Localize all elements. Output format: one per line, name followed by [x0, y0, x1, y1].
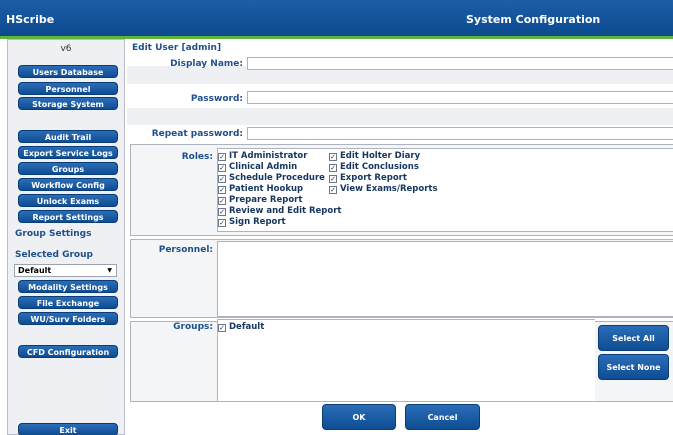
report-settings-button[interactable]: Report Settings	[18, 210, 118, 223]
role-checkbox-edit-holter-diary[interactable]: ✓ Edit Holter Diary	[329, 151, 420, 161]
role-checkbox-sign-report[interactable]: ✓ Sign Report	[218, 217, 286, 227]
role-checkbox-it-administrator[interactable]: ✓ IT Administrator	[218, 151, 307, 161]
selected-group-dropdown[interactable]: Default ▼	[14, 264, 117, 277]
checkmark-icon: ✓	[218, 208, 226, 216]
select-none-button[interactable]: Select None	[598, 354, 669, 380]
checkmark-icon: ✓	[218, 197, 226, 205]
section-title: Edit User [admin]	[132, 43, 222, 53]
groups-list	[217, 319, 595, 402]
chevron-down-icon: ▼	[107, 267, 112, 274]
roles-label: Roles:	[181, 152, 213, 162]
role-checkbox-patient-hookup[interactable]: ✓ Patient Hookup	[218, 184, 303, 194]
title-bar: HScribe System Configuration	[0, 0, 673, 36]
groups-label: Groups:	[173, 322, 213, 332]
workflow-config-button[interactable]: Workflow Config	[18, 178, 118, 191]
selected-group-label: Selected Group	[15, 250, 93, 260]
checkmark-icon: ✓	[218, 164, 226, 172]
checkmark-icon: ✓	[329, 175, 337, 183]
role-checkbox-view-exams-reports[interactable]: ✓ View Exams/Reports	[329, 184, 438, 194]
checkmark-icon: ✓	[329, 164, 337, 172]
file-exchange-button[interactable]: File Exchange	[18, 296, 118, 309]
checkmark-icon: ✓	[329, 153, 337, 161]
checkmark-icon: ✓	[218, 175, 226, 183]
groups-button[interactable]: Groups	[18, 162, 118, 175]
audit-trail-button[interactable]: Audit Trail	[18, 130, 118, 143]
window-title: System Configuration	[466, 13, 601, 26]
exit-button[interactable]: Exit	[18, 423, 118, 435]
display-name-label: Display Name:	[170, 59, 243, 69]
export-service-logs-button[interactable]: Export Service Logs	[18, 146, 118, 159]
checkmark-icon: ✓	[329, 186, 337, 194]
group-checkbox-default[interactable]: ✓ Default	[218, 322, 264, 332]
role-checkbox-prepare-report[interactable]: ✓ Prepare Report	[218, 195, 302, 205]
role-checkbox-clinical-admin[interactable]: ✓ Clinical Admin	[218, 162, 297, 172]
storage-system-button[interactable]: Storage System	[18, 97, 118, 110]
password-label: Password:	[190, 94, 243, 104]
repeat-password-field[interactable]	[247, 127, 673, 140]
select-all-button[interactable]: Select All	[598, 325, 669, 351]
checkmark-icon: ✓	[218, 153, 226, 161]
role-checkbox-export-report[interactable]: ✓ Export Report	[329, 173, 407, 183]
repeat-password-label: Repeat password:	[151, 129, 243, 139]
ok-button[interactable]: OK	[322, 404, 396, 430]
role-checkbox-schedule-procedure[interactable]: ✓ Schedule Procedure	[218, 173, 325, 183]
cancel-button[interactable]: Cancel	[405, 404, 480, 430]
personnel-label: Personnel:	[158, 245, 213, 255]
group-settings-label: Group Settings	[15, 229, 92, 239]
wu-surv-folders-button[interactable]: WU/Surv Folders	[18, 312, 118, 325]
sidebar: v6 Users Database Personnel Storage Syst…	[7, 39, 125, 435]
modality-settings-button[interactable]: Modality Settings	[18, 280, 118, 293]
checkmark-icon: ✓	[218, 324, 226, 332]
selected-group-value: Default	[18, 266, 52, 275]
version-label: v6	[60, 44, 72, 54]
personnel-button[interactable]: Personnel	[18, 82, 118, 95]
unlock-exams-button[interactable]: Unlock Exams	[18, 194, 118, 207]
role-checkbox-edit-conclusions[interactable]: ✓ Edit Conclusions	[329, 162, 419, 172]
app-name: HScribe	[6, 13, 55, 26]
checkmark-icon: ✓	[218, 186, 226, 194]
display-name-field[interactable]	[247, 57, 673, 70]
checkmark-icon: ✓	[218, 219, 226, 227]
users-database-button[interactable]: Users Database	[18, 65, 118, 78]
role-checkbox-review-and-edit-report[interactable]: ✓ Review and Edit Report	[218, 206, 342, 216]
personnel-field[interactable]	[217, 241, 673, 317]
cfd-configuration-button[interactable]: CFD Configuration	[18, 345, 118, 358]
password-band	[127, 108, 673, 125]
password-field[interactable]	[247, 91, 673, 104]
